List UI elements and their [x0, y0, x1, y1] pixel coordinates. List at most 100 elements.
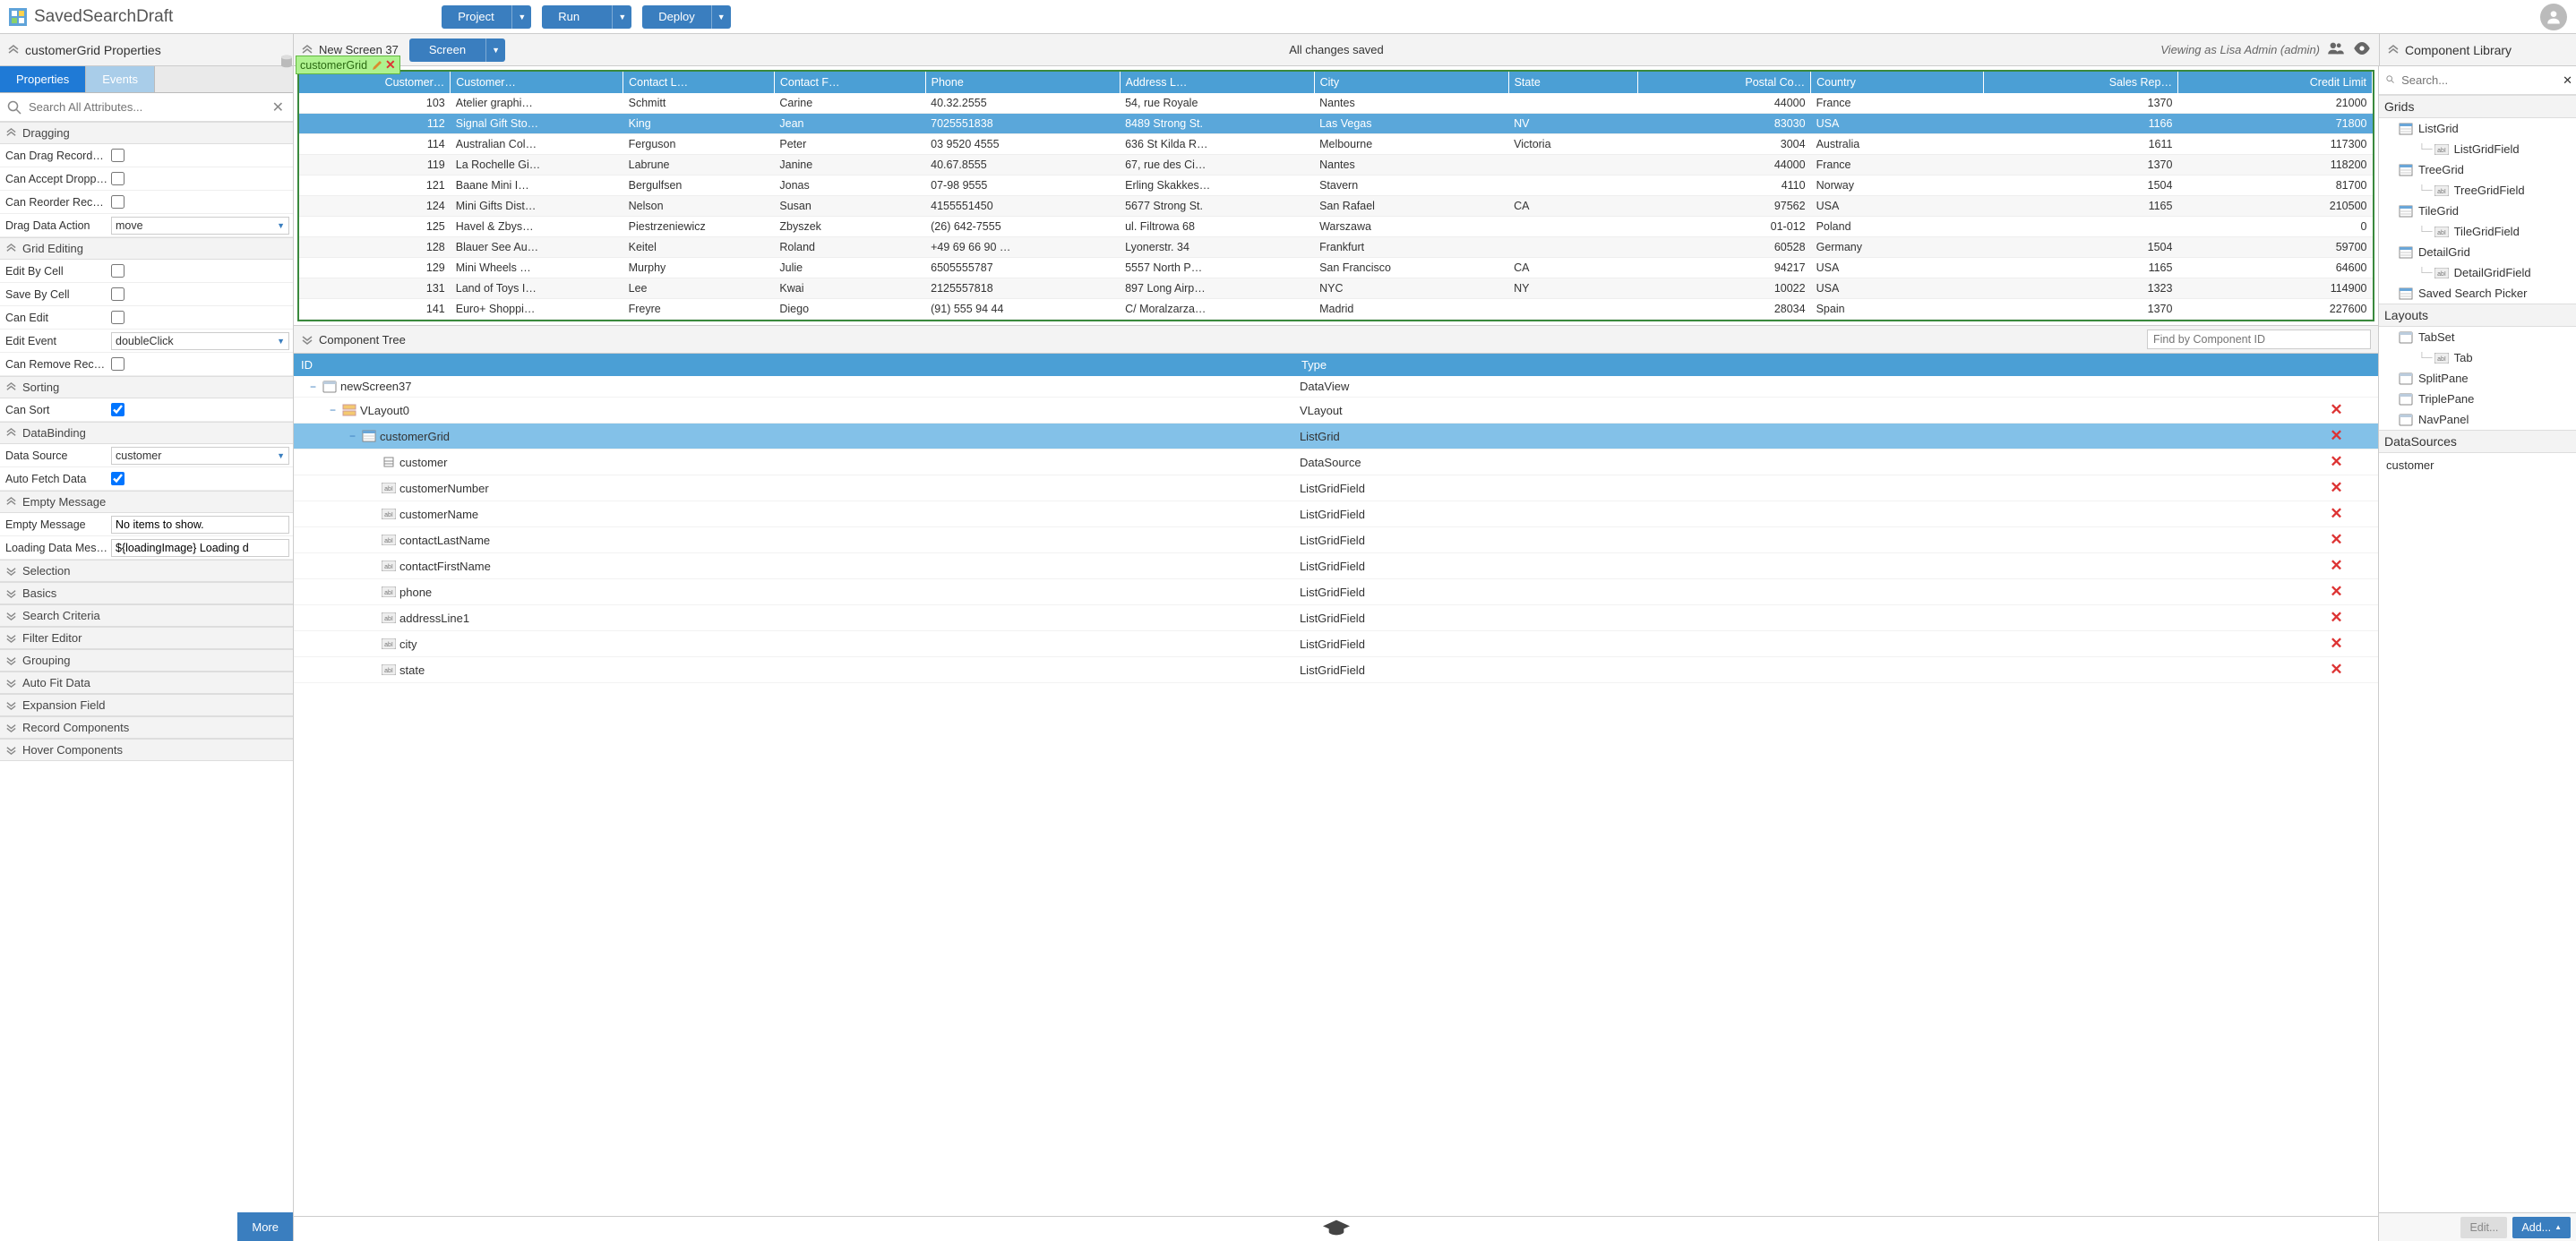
- more-button[interactable]: More: [237, 1212, 293, 1241]
- delete-row-icon[interactable]: ✕: [2295, 605, 2378, 631]
- property-checkbox[interactable]: [111, 287, 125, 301]
- tree-row[interactable]: customerDataSource✕: [294, 449, 2378, 475]
- property-select[interactable]: move▼: [111, 217, 289, 235]
- library-item[interactable]: └─abITreeGridField: [2379, 180, 2576, 201]
- delete-row-icon[interactable]: ✕: [2295, 424, 2378, 449]
- tree-col-type[interactable]: Type: [1294, 354, 2295, 376]
- grid-column-header[interactable]: Customer…: [299, 72, 451, 93]
- property-checkbox[interactable]: [111, 311, 125, 324]
- collapse-icon[interactable]: [301, 333, 313, 346]
- customer-grid-component[interactable]: customerGrid ✕ Customer…Customer…Contact…: [297, 70, 2374, 321]
- library-item[interactable]: └─abITab: [2379, 347, 2576, 368]
- grid-column-header[interactable]: Contact L…: [623, 72, 775, 93]
- users-icon[interactable]: [2327, 41, 2345, 58]
- screen-menu-button[interactable]: Screen ▼: [409, 39, 505, 62]
- delete-x-icon[interactable]: ✕: [385, 57, 396, 73]
- property-select[interactable]: customer▼: [111, 447, 289, 465]
- customer-data-grid[interactable]: Customer…Customer…Contact L…Contact F…Ph…: [299, 72, 2373, 320]
- property-section[interactable]: Grid Editing: [0, 237, 293, 260]
- tree-toggle-icon[interactable]: −: [310, 381, 321, 393]
- deploy-menu-button[interactable]: Deploy▼: [642, 5, 730, 29]
- tab-events[interactable]: Events: [86, 66, 155, 92]
- grid-row[interactable]: 131Land of Toys I…LeeKwai2125557818897 L…: [299, 278, 2373, 299]
- grid-row[interactable]: 114Australian Col…FergusonPeter03 9520 4…: [299, 134, 2373, 155]
- tree-row[interactable]: abIcustomerNumberListGridField✕: [294, 475, 2378, 501]
- component-tree-search-input[interactable]: [2147, 330, 2371, 349]
- collapse-icon[interactable]: [301, 44, 313, 56]
- project-menu-button[interactable]: Project▼: [442, 5, 531, 29]
- property-checkbox[interactable]: [111, 149, 125, 162]
- grid-row[interactable]: 128Blauer See Au…KeitelRoland+49 69 66 9…: [299, 237, 2373, 258]
- tree-row[interactable]: −VLayout0VLayout✕: [294, 398, 2378, 424]
- library-item[interactable]: Saved Search Picker: [2379, 283, 2576, 304]
- datasource-item[interactable]: customer: [2379, 453, 2576, 477]
- grid-column-header[interactable]: Address L…: [1120, 72, 1314, 93]
- property-section[interactable]: Selection: [0, 560, 293, 582]
- library-item[interactable]: └─abIListGridField: [2379, 139, 2576, 159]
- grid-column-header[interactable]: Credit Limit: [2177, 72, 2372, 93]
- collapse-icon[interactable]: [2387, 44, 2400, 56]
- library-section[interactable]: Grids: [2379, 95, 2576, 118]
- preview-eye-icon[interactable]: [2352, 42, 2372, 57]
- delete-row-icon[interactable]: ✕: [2295, 657, 2378, 683]
- tree-toggle-icon[interactable]: −: [330, 404, 340, 416]
- property-section[interactable]: Grouping: [0, 649, 293, 672]
- property-text-input[interactable]: [111, 539, 289, 557]
- grid-row[interactable]: 141Euro+ Shoppi…FreyreDiego(91) 555 94 4…: [299, 299, 2373, 320]
- property-section[interactable]: Dragging: [0, 122, 293, 144]
- library-item[interactable]: TabSet: [2379, 327, 2576, 347]
- grid-column-header[interactable]: Country: [1811, 72, 1984, 93]
- grid-column-header[interactable]: Phone: [925, 72, 1120, 93]
- library-item[interactable]: └─abIDetailGridField: [2379, 262, 2576, 283]
- grid-row[interactable]: 103Atelier graphi…SchmittCarine40.32.255…: [299, 93, 2373, 114]
- property-section[interactable]: Basics: [0, 582, 293, 604]
- property-section[interactable]: Search Criteria: [0, 604, 293, 627]
- library-item[interactable]: TriplePane: [2379, 389, 2576, 409]
- tree-row[interactable]: abIcustomerNameListGridField✕: [294, 501, 2378, 527]
- grid-row[interactable]: 112Signal Gift Sto…KingJean7025551838848…: [299, 114, 2373, 134]
- delete-row-icon[interactable]: ✕: [2295, 449, 2378, 475]
- user-avatar-icon[interactable]: [2540, 4, 2567, 30]
- property-section[interactable]: DataBinding: [0, 422, 293, 444]
- graduation-cap-icon[interactable]: [1321, 1219, 1352, 1239]
- library-search-input[interactable]: [2398, 70, 2563, 90]
- edit-datasource-button[interactable]: Edit...: [2460, 1217, 2507, 1238]
- clear-search-icon[interactable]: ✕: [267, 98, 289, 116]
- delete-row-icon[interactable]: ✕: [2295, 501, 2378, 527]
- tree-row[interactable]: abIstateListGridField✕: [294, 657, 2378, 683]
- grid-row[interactable]: 121Baane Mini I…BergulfsenJonas07-98 955…: [299, 175, 2373, 196]
- tree-row[interactable]: abIphoneListGridField✕: [294, 579, 2378, 605]
- library-section[interactable]: DataSources: [2379, 430, 2576, 453]
- grid-row[interactable]: 129Mini Wheels …MurphyJulie6505555787555…: [299, 258, 2373, 278]
- attributes-search-input[interactable]: [25, 97, 267, 117]
- add-datasource-button[interactable]: Add...▲: [2512, 1217, 2571, 1238]
- tree-col-id[interactable]: ID: [294, 354, 1294, 376]
- property-checkbox[interactable]: [111, 264, 125, 278]
- delete-row-icon[interactable]: ✕: [2295, 475, 2378, 501]
- library-item[interactable]: NavPanel: [2379, 409, 2576, 430]
- tree-toggle-icon[interactable]: −: [349, 430, 360, 442]
- library-item[interactable]: TileGrid: [2379, 201, 2576, 221]
- grid-column-header[interactable]: State: [1508, 72, 1638, 93]
- tree-row[interactable]: abIcityListGridField✕: [294, 631, 2378, 657]
- grid-row[interactable]: 124Mini Gifts Dist…NelsonSusan4155551450…: [299, 196, 2373, 217]
- property-checkbox[interactable]: [111, 172, 125, 185]
- grid-row[interactable]: 119La Rochelle Gi…LabruneJanine40.67.855…: [299, 155, 2373, 175]
- delete-row-icon[interactable]: ✕: [2295, 527, 2378, 553]
- grid-column-header[interactable]: City: [1314, 72, 1508, 93]
- grid-column-header[interactable]: Sales Rep…: [1983, 72, 2177, 93]
- grid-column-header[interactable]: Contact F…: [774, 72, 925, 93]
- tree-row[interactable]: abIcontactFirstNameListGridField✕: [294, 553, 2378, 579]
- library-item[interactable]: SplitPane: [2379, 368, 2576, 389]
- property-section[interactable]: Sorting: [0, 376, 293, 398]
- collapse-icon[interactable]: [7, 44, 20, 56]
- edit-pencil-icon[interactable]: [371, 59, 383, 72]
- property-select[interactable]: doubleClick▼: [111, 332, 289, 350]
- tree-row[interactable]: abIcontactLastNameListGridField✕: [294, 527, 2378, 553]
- library-section[interactable]: Layouts: [2379, 304, 2576, 327]
- grid-row[interactable]: 125Havel & Zbys…PiestrzeniewiczZbyszek(2…: [299, 217, 2373, 237]
- library-item[interactable]: TreeGrid: [2379, 159, 2576, 180]
- property-checkbox[interactable]: [111, 195, 125, 209]
- property-section[interactable]: Empty Message: [0, 491, 293, 513]
- delete-row-icon[interactable]: ✕: [2295, 579, 2378, 605]
